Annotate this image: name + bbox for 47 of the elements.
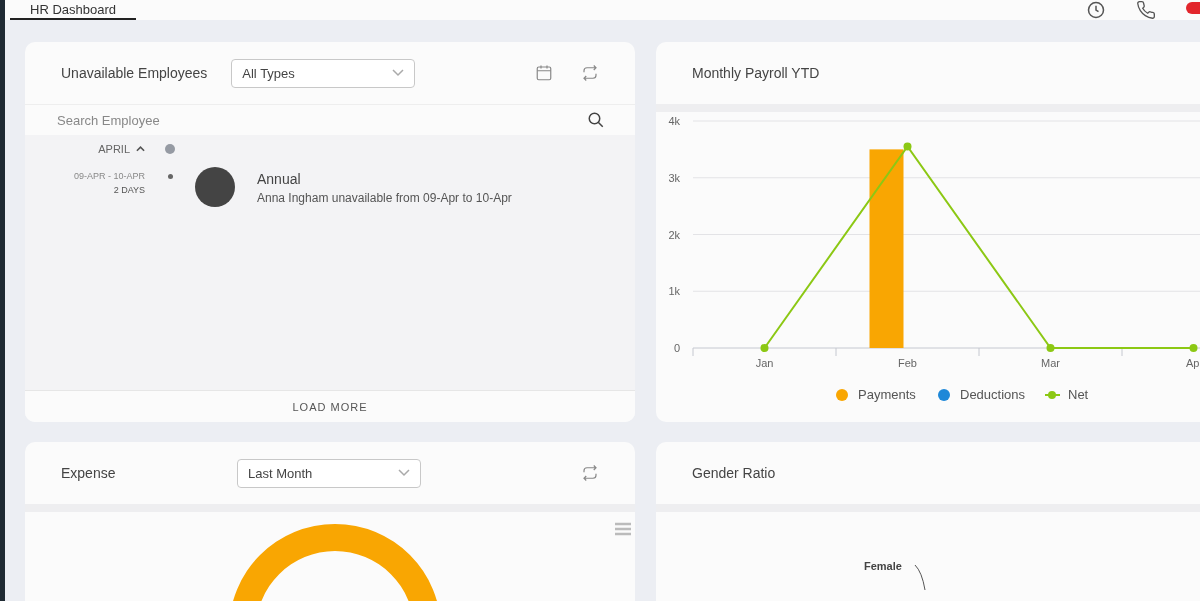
avatar	[195, 167, 235, 207]
chevron-down-icon	[398, 469, 410, 477]
data-point	[1189, 344, 1198, 352]
timeline-dot	[165, 144, 175, 154]
refresh-icon[interactable]	[581, 464, 599, 482]
search-icon[interactable]	[587, 111, 605, 129]
date-range: 09-APR - 10-APR	[73, 171, 145, 181]
phone-icon[interactable]	[1136, 0, 1156, 20]
axis-label: 3k	[668, 171, 680, 184]
chart-label: Female	[864, 560, 902, 572]
data-point	[1046, 344, 1055, 352]
chevron-down-icon	[392, 69, 405, 77]
period-dropdown[interactable]: Last Month	[237, 458, 421, 488]
calendar-icon[interactable]	[535, 64, 553, 82]
refresh-icon[interactable]	[581, 64, 599, 82]
card-title: Unavailable Employees	[61, 65, 208, 81]
load-more-button[interactable]: LOAD MORE	[25, 390, 635, 422]
leave-type: Annual	[257, 171, 302, 187]
card-title: Expense	[61, 465, 117, 481]
card-title: Gender Ratio	[692, 465, 776, 481]
search-field[interactable]: Search Employee	[55, 111, 587, 129]
axis-label: 0	[673, 342, 680, 354]
type-dropdown[interactable]: All Types	[231, 58, 416, 88]
timeline-dot	[167, 174, 173, 179]
card-title: Monthly Payroll YTD	[692, 65, 820, 81]
caret-icon	[136, 146, 145, 152]
month-toggle[interactable]: APRIL	[98, 141, 145, 157]
leader-line	[914, 564, 928, 590]
axis-label: 2k	[668, 228, 680, 241]
data-point	[903, 142, 912, 151]
axis-label: Feb	[898, 357, 917, 369]
axis-label: Mar	[1041, 357, 1060, 369]
axis-label: Jan	[755, 357, 774, 369]
legend-label[interactable]: Net	[1068, 387, 1089, 402]
axis-label: 4k	[668, 115, 680, 127]
axis-label: Ap	[1186, 357, 1200, 369]
notification-badge	[1186, 2, 1200, 14]
data-point	[760, 344, 769, 352]
menu-icon[interactable]	[614, 522, 632, 536]
legend-label[interactable]: Deductions	[960, 387, 1026, 402]
clock-icon[interactable]	[1086, 0, 1106, 20]
legend-line-icon	[1044, 391, 1061, 399]
tab[interactable]: HR Dashboard	[10, 0, 136, 20]
axis-label: 1k	[668, 285, 680, 298]
duration: 2 DAYS	[113, 185, 145, 195]
leave-description: Anna Ingham unavailable from 09-Apr to 10-Apr	[257, 191, 512, 205]
legend-label[interactable]: Payments	[858, 387, 916, 402]
